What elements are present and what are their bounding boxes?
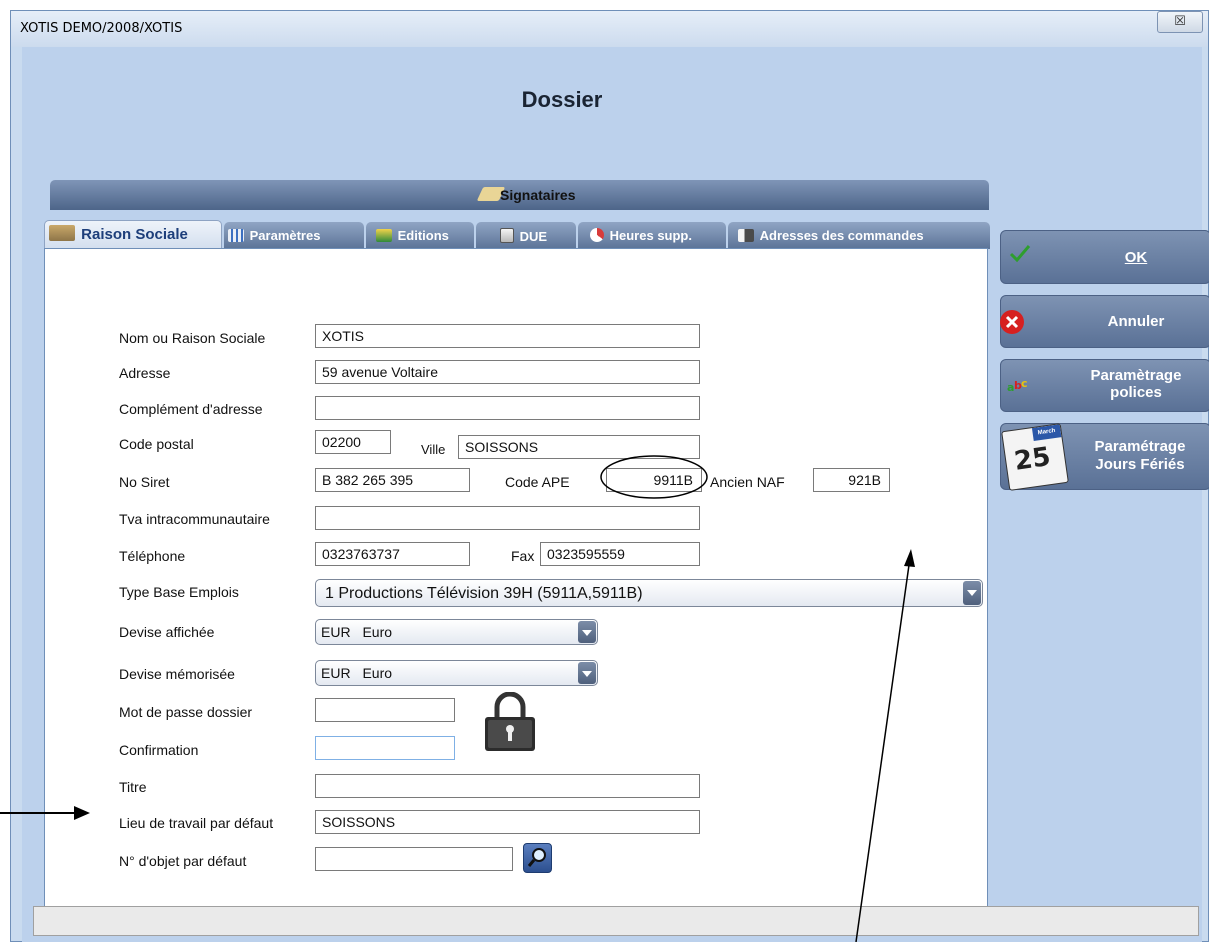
arrowhead-objet	[74, 806, 90, 820]
arrow-to-type-base	[855, 564, 910, 942]
annotation-arrows	[0, 549, 915, 942]
arrowhead-type-base	[904, 549, 915, 567]
